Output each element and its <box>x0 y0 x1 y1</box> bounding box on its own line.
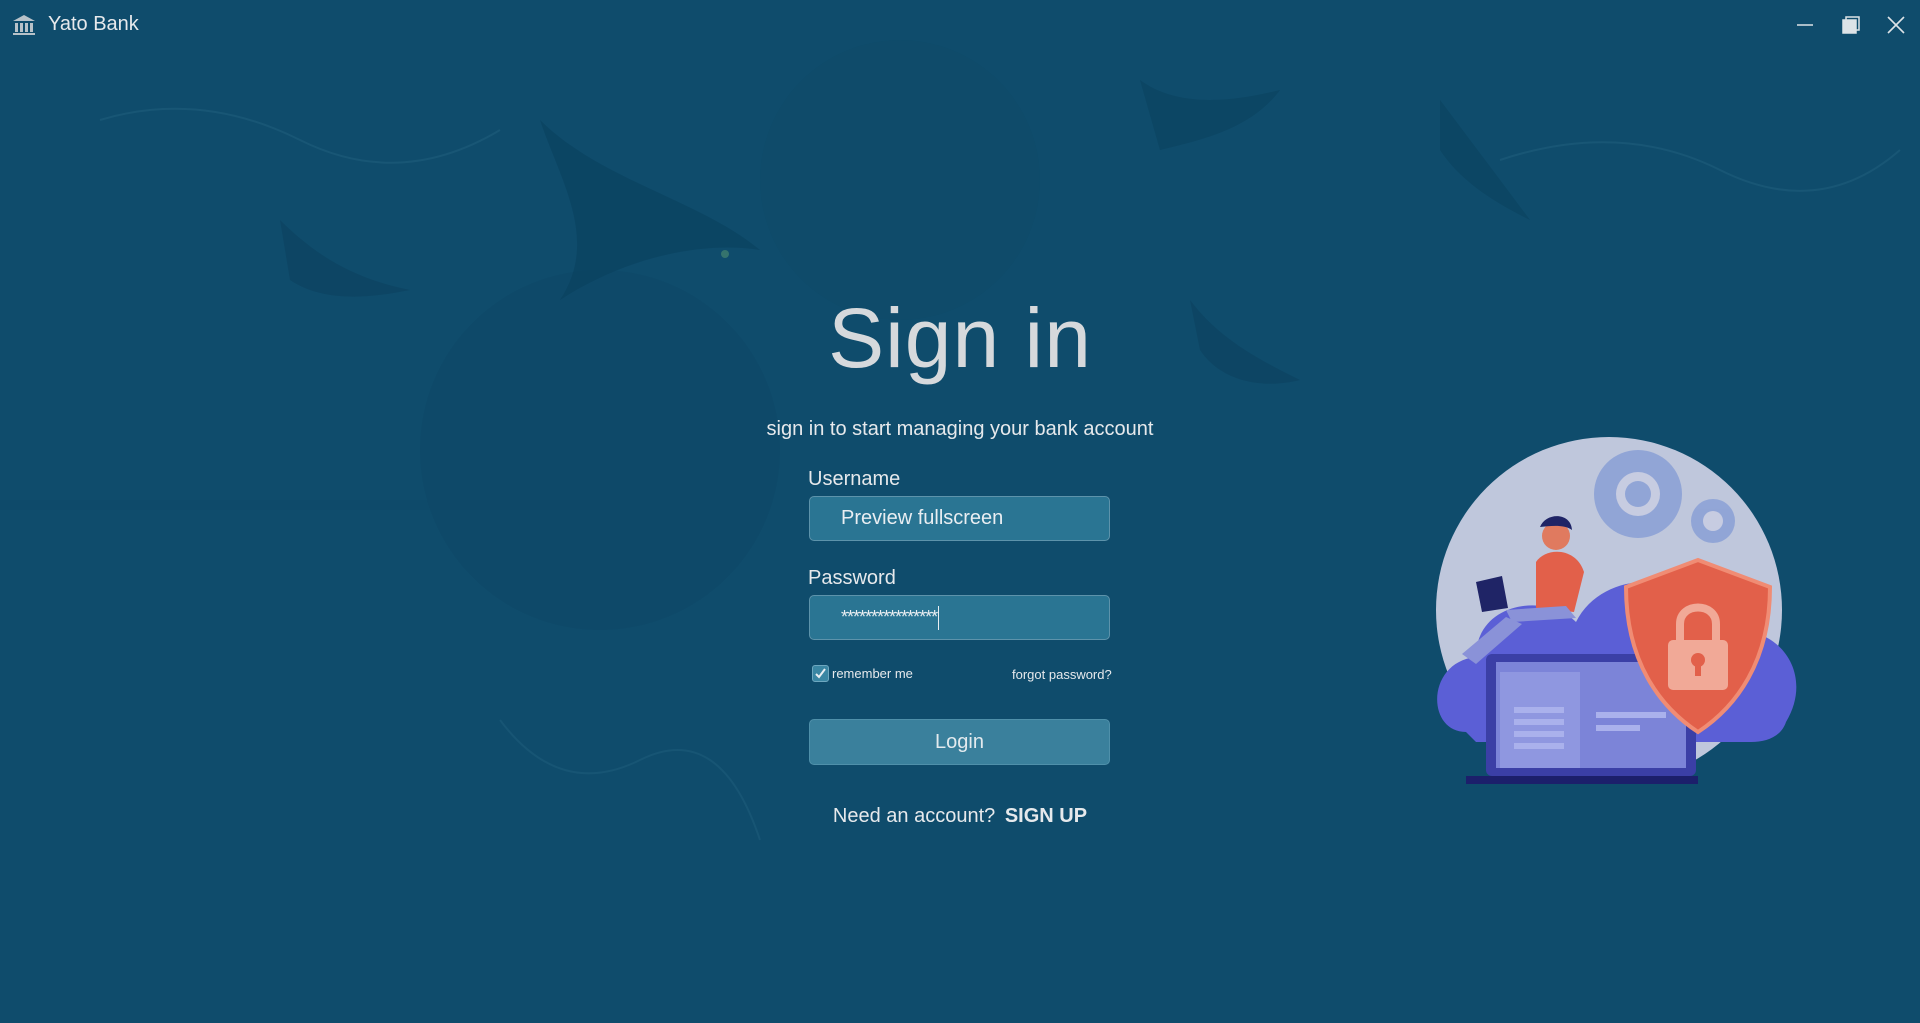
text-caret <box>938 605 940 630</box>
password-value: **************** <box>841 607 938 627</box>
remember-me-label: remember me <box>832 666 913 681</box>
password-input[interactable]: **************** <box>809 595 1110 640</box>
title-bar: Yato Bank <box>0 0 1920 50</box>
gear-icon <box>1594 450 1682 538</box>
minimize-button[interactable] <box>1790 10 1820 40</box>
close-icon <box>1887 16 1905 34</box>
checkmark-icon <box>815 668 826 679</box>
bank-icon <box>13 15 35 35</box>
signup-row: Need an account? SIGN UP <box>760 805 1160 828</box>
page-title: Sign in <box>828 291 1092 385</box>
security-illustration <box>1436 437 1797 784</box>
close-button[interactable] <box>1881 10 1911 40</box>
username-value: Preview fullscreen <box>841 507 1004 529</box>
minimize-icon <box>1797 24 1813 26</box>
signup-prompt: Need an account? <box>832 805 996 827</box>
remember-me-option[interactable]: remember me <box>812 665 913 682</box>
remember-me-checkbox[interactable] <box>812 665 829 682</box>
maximize-icon <box>1842 16 1860 34</box>
small-gear-icon <box>1691 499 1735 543</box>
page-subtitle: sign in to start managing your bank acco… <box>766 418 1154 440</box>
app-title: Yato Bank <box>48 13 139 35</box>
username-input[interactable]: Preview fullscreen <box>809 496 1110 541</box>
signup-link[interactable]: SIGN UP <box>1005 805 1087 827</box>
forgot-password-link[interactable]: forgot password? <box>1012 667 1112 682</box>
login-button[interactable]: Login <box>809 719 1110 765</box>
password-label: Password <box>808 567 896 589</box>
username-label: Username <box>808 468 901 490</box>
login-button-label: Login <box>935 730 984 753</box>
maximize-button[interactable] <box>1836 10 1866 40</box>
